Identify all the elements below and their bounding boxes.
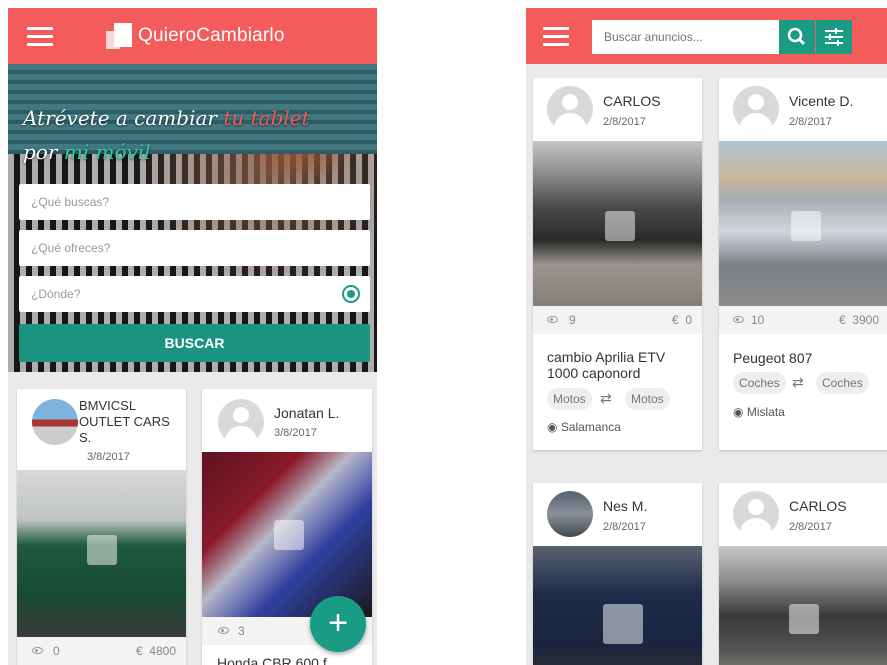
avatar[interactable] [733, 491, 779, 537]
locate-icon[interactable] [342, 285, 360, 303]
search-icon [787, 27, 806, 46]
listing-photo[interactable] [719, 546, 887, 665]
eye-icon [218, 627, 229, 634]
listing-photo[interactable] [533, 546, 702, 665]
listing-photo[interactable] [533, 141, 702, 306]
watermark-icon [791, 211, 821, 241]
post-date: 2/8/2017 [789, 521, 832, 533]
logo-icon [106, 23, 132, 49]
listing-photo[interactable] [17, 470, 186, 637]
post-date: 2/8/2017 [789, 116, 832, 128]
user-name[interactable]: BMVICSL OUTLET CARS S. [79, 398, 179, 446]
post-date: 3/8/2017 [87, 451, 130, 463]
app-bar: QuieroCambiarlo [8, 8, 377, 64]
eye-icon [32, 647, 43, 654]
listing-card[interactable]: CARLOS 2/8/2017 9 € 0 cambio Aprilia ETV… [533, 78, 702, 450]
where-input[interactable]: ¿Dónde? [19, 276, 370, 312]
watermark-icon [603, 604, 643, 644]
post-date: 2/8/2017 [603, 521, 646, 533]
offer-input[interactable]: ¿Qué ofreces? [19, 230, 370, 266]
search-button[interactable] [779, 20, 815, 54]
watermark-icon [87, 535, 117, 565]
brand-name: QuieroCambiarlo [138, 25, 285, 46]
eye-icon [733, 316, 744, 323]
post-date: 3/8/2017 [274, 427, 317, 439]
view-count: 10 [751, 313, 765, 327]
watermark-icon [274, 520, 304, 550]
listing-card[interactable]: Vicente D. 2/8/2017 10 € 3900 Peugeot 80… [719, 78, 887, 450]
watermark-icon [789, 604, 819, 634]
user-name[interactable]: Nes M. [603, 498, 647, 514]
listing-stats: 0 € 4800 [17, 637, 186, 665]
search-screen: CARLOS 2/8/2017 9 € 0 cambio Aprilia ETV… [526, 8, 887, 665]
listing-title[interactable]: Peugeot 807 [733, 350, 812, 366]
location-pin-icon: ◉ [733, 405, 744, 419]
avatar[interactable] [733, 86, 779, 132]
hero-banner: Atrévete a cambiar tu tablet por mi móvi… [8, 64, 377, 372]
view-count: 9 [569, 313, 576, 327]
location: ◉ Salamanca [547, 420, 621, 434]
listing-price: € 3900 [838, 313, 879, 327]
filter-icon [825, 28, 843, 46]
app-bar [526, 8, 887, 64]
user-name[interactable]: CARLOS [603, 93, 661, 109]
hero-tagline-line1: Atrévete a cambiar tu tablet [23, 106, 310, 130]
avatar[interactable] [547, 86, 593, 132]
brand-logo[interactable]: QuieroCambiarlo [106, 21, 285, 51]
user-name[interactable]: CARLOS [789, 498, 847, 514]
listing-title[interactable]: Honda CBR 600 f [217, 655, 327, 665]
offer-category-chip[interactable]: Motos [547, 388, 592, 410]
avatar[interactable] [547, 491, 593, 537]
location-pin-icon: ◉ [547, 420, 558, 434]
view-count: 3 [238, 624, 245, 638]
hero-tagline-line2: por mi móvil [23, 140, 151, 164]
what-search-input[interactable]: ¿Qué buscas? [19, 184, 370, 220]
user-name[interactable]: Jonatan L. [274, 405, 339, 421]
add-listing-button[interactable]: + [310, 596, 366, 652]
filter-button[interactable] [816, 20, 852, 54]
listing-photo[interactable] [202, 452, 372, 617]
location: ◉ Mislata [733, 405, 785, 419]
swap-icon: ⇄ [792, 374, 804, 390]
listing-photo[interactable] [719, 141, 887, 306]
buscar-button[interactable]: BUSCAR [19, 324, 370, 362]
swap-icon: ⇄ [600, 390, 612, 406]
watermark-icon [605, 211, 635, 241]
listing-price: € 0 [671, 313, 692, 327]
listing-title[interactable]: cambio Aprilia ETV 1000 caponord [547, 349, 692, 381]
offer-category-chip[interactable]: Coches [733, 372, 786, 394]
want-category-chip[interactable]: Motos [625, 388, 670, 410]
user-name[interactable]: Vicente D. [789, 93, 853, 109]
listing-card[interactable]: BMVICSL OUTLET CARS S. 3/8/2017 0 € 4800 [17, 389, 186, 665]
hero-highlight-tablet: tu tablet [223, 106, 310, 130]
avatar[interactable] [32, 399, 78, 445]
avatar[interactable] [218, 399, 264, 445]
listing-stats: 10 € 3900 [719, 306, 887, 334]
listing-card[interactable]: CARLOS 2/8/2017 [719, 483, 887, 665]
search-input[interactable] [592, 20, 779, 54]
want-category-chip[interactable]: Coches [816, 372, 869, 394]
home-screen: QuieroCambiarlo Atrévete a cambiar tu ta… [8, 8, 377, 665]
post-date: 2/8/2017 [603, 116, 646, 128]
hero-highlight-movil: mi móvil [63, 140, 151, 164]
listing-price: € 4800 [135, 644, 176, 658]
view-count: 0 [53, 644, 60, 658]
menu-icon[interactable] [543, 27, 569, 47]
listing-card[interactable]: Nes M. 2/8/2017 [533, 483, 702, 665]
eye-icon [547, 316, 558, 323]
menu-icon[interactable] [27, 27, 53, 47]
listing-stats: 9 € 0 [533, 306, 702, 334]
